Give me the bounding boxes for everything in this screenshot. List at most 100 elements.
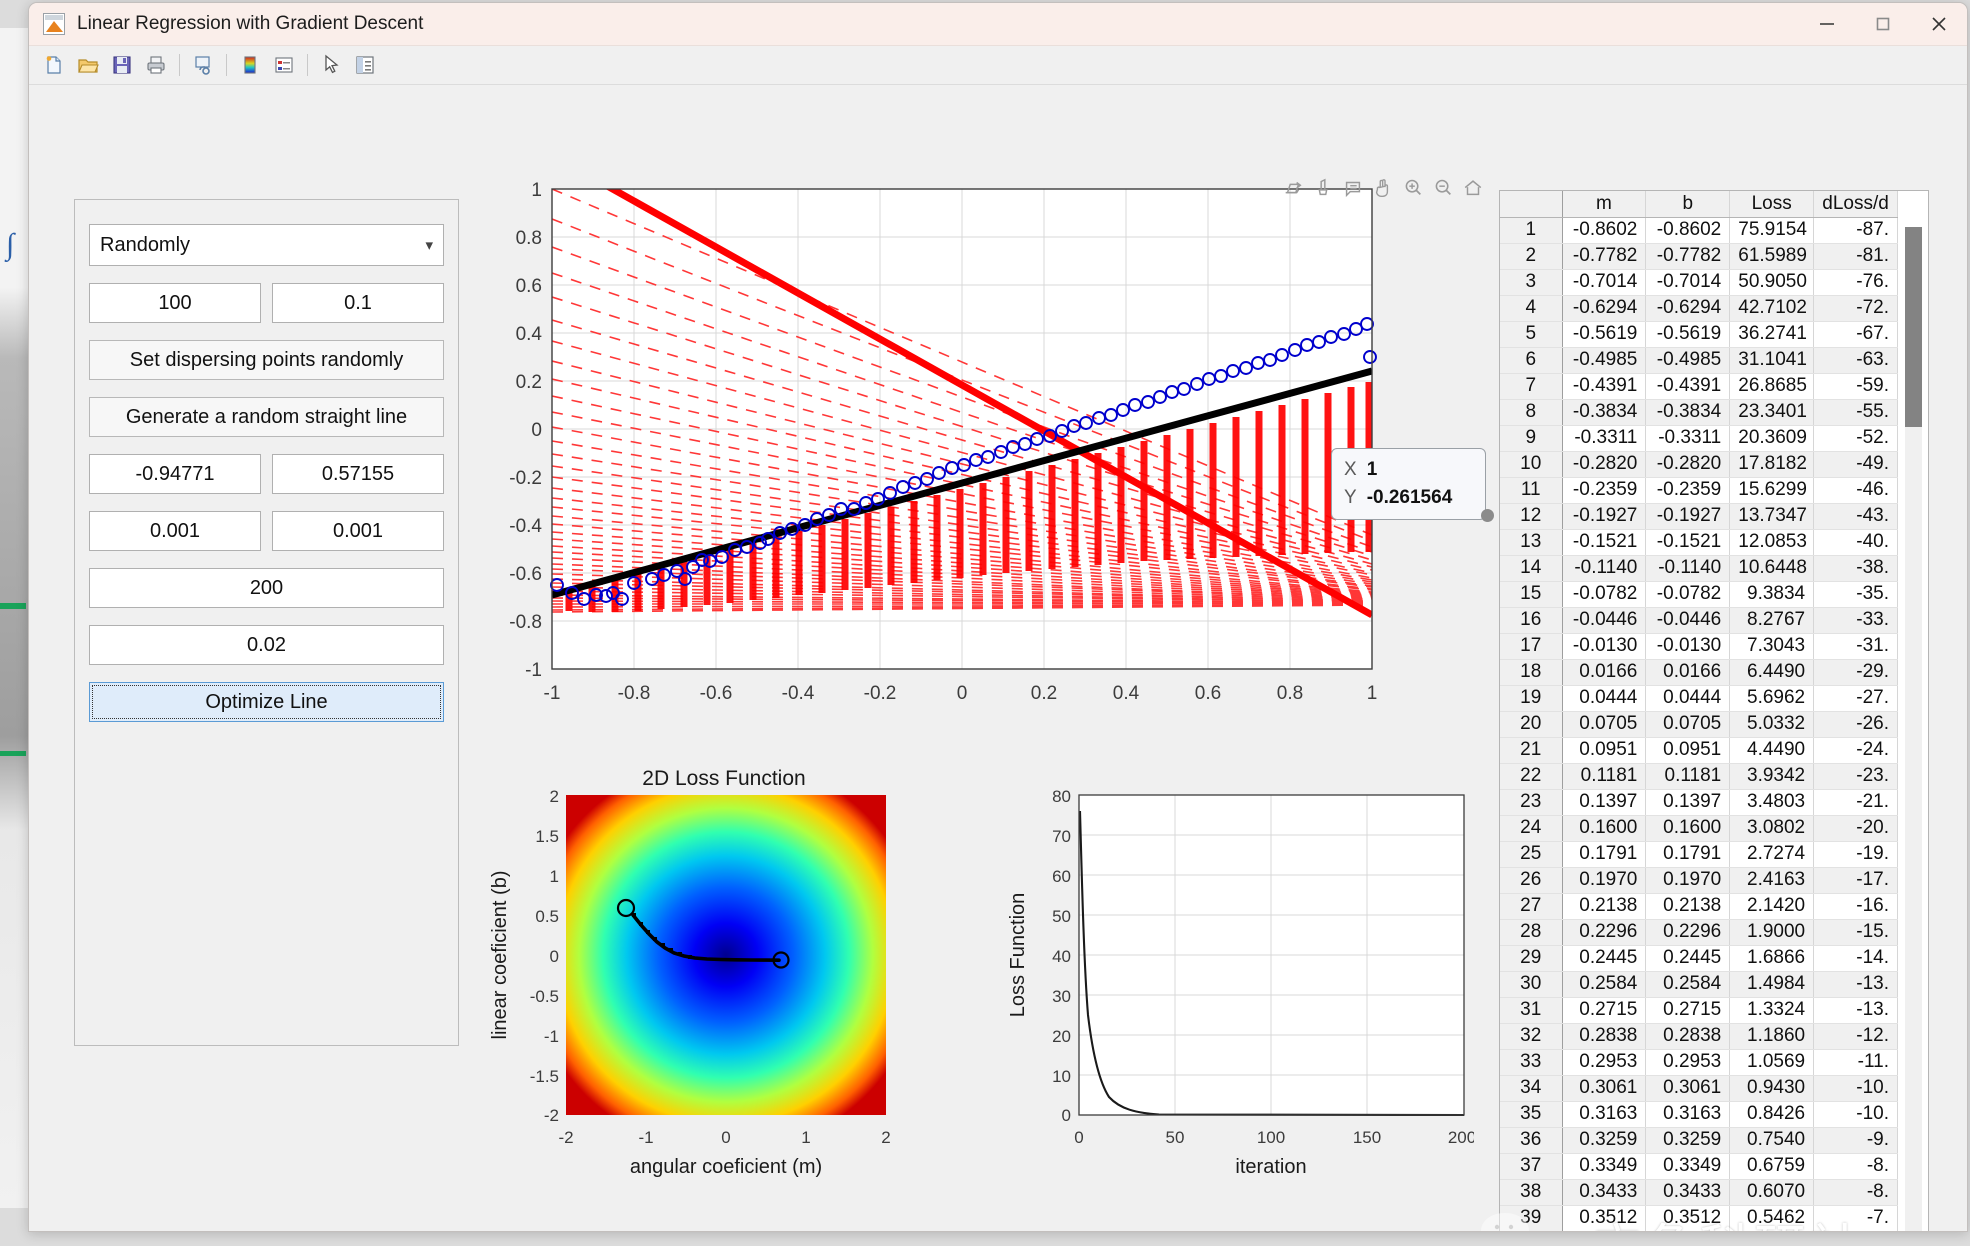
table-row[interactable]: 15 -0.0782 -0.0782 9.3834 -35. [1500,581,1898,608]
table-cell-b[interactable]: 0.2584 [1645,971,1731,998]
table-cell-m[interactable]: 0.2838 [1562,1023,1647,1050]
table-cell-index[interactable]: 37 [1500,1153,1563,1180]
table-cell-m[interactable]: 0.3586 [1562,1231,1646,1232]
export-figure-icon[interactable] [1280,175,1306,201]
table-cell-loss[interactable]: 3.9342 [1729,763,1815,790]
table-cell-b[interactable]: 0.1791 [1645,841,1731,868]
iterations-table[interactable]: m b Loss dLoss/d 1 -0.8602 -0.8602 75.9154-… [1499,190,1929,1232]
table-cell-dloss[interactable]: -17. [1813,867,1898,894]
table-cell-b[interactable]: -0.8602 [1645,217,1731,244]
table-cell-b[interactable]: 0.3586 [1646,1231,1730,1232]
table-cell-m[interactable]: 0.3061 [1562,1075,1647,1102]
table-row[interactable]: 19 0.0444 0.0444 5.6962 -27. [1500,685,1898,712]
table-cell-index[interactable]: 6 [1500,347,1563,374]
table-cell-m[interactable]: -0.3834 [1562,399,1647,426]
loss-convergence-plot[interactable]: 80 70 60 50 40 30 20 10 0 0 50 100 150 200 ite… [994,765,1474,1231]
table-row[interactable]: 8 -0.3834 -0.3834 23.3401 -55. [1500,399,1898,426]
table-cell-m[interactable]: 0.2445 [1562,945,1647,972]
table-cell-b[interactable]: 0.1600 [1645,815,1731,842]
table-cell-b[interactable]: -0.4985 [1645,347,1731,374]
table-cell-dloss[interactable]: -12. [1813,1023,1898,1050]
table-cell-loss[interactable]: 1.1860 [1729,1023,1815,1050]
table-cell-m[interactable]: 0.0705 [1562,711,1647,738]
table-cell-b[interactable]: 0.0444 [1645,685,1731,712]
table-cell-dloss[interactable]: -13. [1813,971,1898,998]
table-cell-dloss[interactable]: -63. [1813,347,1898,374]
table-cell-loss[interactable]: 2.4163 [1729,867,1815,894]
table-cell-m[interactable]: -0.0782 [1562,581,1647,608]
table-cell-index[interactable]: 11 [1500,477,1563,504]
table-vertical-scroll-thumb[interactable] [1905,227,1922,427]
table-cell-loss[interactable]: 3.0802 [1729,815,1815,842]
table-cell-index[interactable]: 21 [1500,737,1563,764]
table-cell-index[interactable]: 2 [1500,243,1563,270]
table-cell-dloss[interactable]: -35. [1813,581,1898,608]
table-cell-dloss[interactable]: -20. [1813,815,1898,842]
table-row[interactable]: 20 0.0705 0.0705 5.0332 -26. [1500,711,1898,738]
table-cell-m[interactable]: -0.7782 [1562,243,1647,270]
table-cell-loss[interactable]: 0.4926 [1730,1231,1814,1232]
table-cell-dloss[interactable]: -14. [1813,945,1898,972]
table-cell-dloss[interactable]: -13. [1813,997,1898,1024]
edit-plot-arrow-icon[interactable] [314,50,348,80]
table-cell-index[interactable]: 19 [1500,685,1563,712]
generate-random-line-button[interactable]: Generate a random straight line [89,397,444,437]
table-cell-dloss[interactable]: -46. [1813,477,1898,504]
table-row[interactable]: 10 -0.2820 -0.2820 17.8182 -49. [1500,451,1898,478]
close-icon[interactable] [1911,3,1967,45]
print-figure-icon[interactable] [139,50,173,80]
table-cell-b[interactable]: -0.0130 [1645,633,1731,660]
table-cell-b[interactable]: 0.2838 [1645,1023,1731,1050]
table-cell-m[interactable]: 0.2953 [1562,1049,1647,1076]
table-cell-index[interactable]: 26 [1500,867,1563,894]
colorbar-icon[interactable] [233,50,267,80]
tolerance-input[interactable]: 0.02 [89,625,444,665]
table-cell-b[interactable]: -0.2820 [1645,451,1731,478]
table-row[interactable]: 21 0.0951 0.0951 4.4490 -24. [1500,737,1898,764]
m-initial-input[interactable]: -0.94771 [89,454,261,494]
table-cell-b[interactable]: -0.0782 [1645,581,1731,608]
table-cell-index[interactable]: 33 [1500,1049,1563,1076]
table-cell-m[interactable]: -0.1927 [1562,503,1647,530]
table-cell-index[interactable]: 5 [1500,321,1563,348]
table-cell-index[interactable]: 9 [1500,425,1563,452]
save-figure-icon[interactable] [105,50,139,80]
new-figure-icon[interactable] [37,50,71,80]
table-row[interactable]: 7 -0.4391 -0.4391 26.8685 -59. [1500,373,1898,400]
table-cell-index[interactable]: 13 [1500,529,1563,556]
table-cell-dloss[interactable]: -55. [1813,399,1898,426]
open-file-icon[interactable] [71,50,105,80]
table-cell-loss[interactable]: 36.2741 [1729,321,1815,348]
table-row[interactable]: 6 -0.4985 -0.4985 31.1041 -63. [1500,347,1898,374]
table-cell-index[interactable]: 30 [1500,971,1563,998]
table-cell-b[interactable]: -0.1521 [1645,529,1731,556]
table-cell-index[interactable]: 39 [1500,1205,1563,1231]
table-cell-m[interactable]: -0.8602 [1562,217,1647,244]
table-cell-b[interactable]: -0.3834 [1645,399,1731,426]
iterations-input[interactable]: 200 [89,568,444,608]
table-cell-index[interactable]: 35 [1500,1101,1563,1128]
table-cell-index[interactable]: 22 [1500,763,1563,790]
table-row[interactable]: 9 -0.3311 -0.3311 20.3609 -52. [1500,425,1898,452]
table-cell-dloss[interactable]: -81. [1813,243,1898,270]
table-cell-loss[interactable]: 5.0332 [1729,711,1815,738]
table-cell-index[interactable]: 15 [1500,581,1563,608]
table-cell-loss[interactable]: 1.9000 [1729,919,1815,946]
table-cell-dloss[interactable]: -23. [1813,763,1898,790]
table-cell-loss[interactable]: 0.9430 [1729,1075,1815,1102]
table-cell-dloss[interactable]: -8. [1813,1153,1898,1180]
table-cell-loss[interactable]: 17.8182 [1729,451,1815,478]
table-cell-b[interactable]: 0.0166 [1645,659,1731,686]
table-cell-loss[interactable]: 75.9154 [1729,217,1815,244]
table-cell-m[interactable]: 0.3163 [1562,1101,1647,1128]
table-cell-m[interactable]: -0.1521 [1562,529,1647,556]
loss-surface-plot[interactable]: 2D Loss Function 2 1.5 1 0.5 0 -0.5 -1 -… [474,765,984,1231]
table-cell-dloss[interactable]: -11. [1813,1049,1898,1076]
table-cell-b[interactable]: 0.3259 [1645,1127,1731,1154]
table-cell-b[interactable]: -0.6294 [1645,295,1731,322]
legend-icon[interactable] [267,50,301,80]
table-row[interactable]: 4 -0.6294 -0.6294 42.7102 -72. [1500,295,1898,322]
table-row[interactable]: 36 0.3259 0.3259 0.7540 -9. [1500,1127,1898,1154]
table-row[interactable]: 28 0.2296 0.2296 1.9000 -15. [1500,919,1898,946]
table-cell-b[interactable]: -0.1927 [1645,503,1731,530]
